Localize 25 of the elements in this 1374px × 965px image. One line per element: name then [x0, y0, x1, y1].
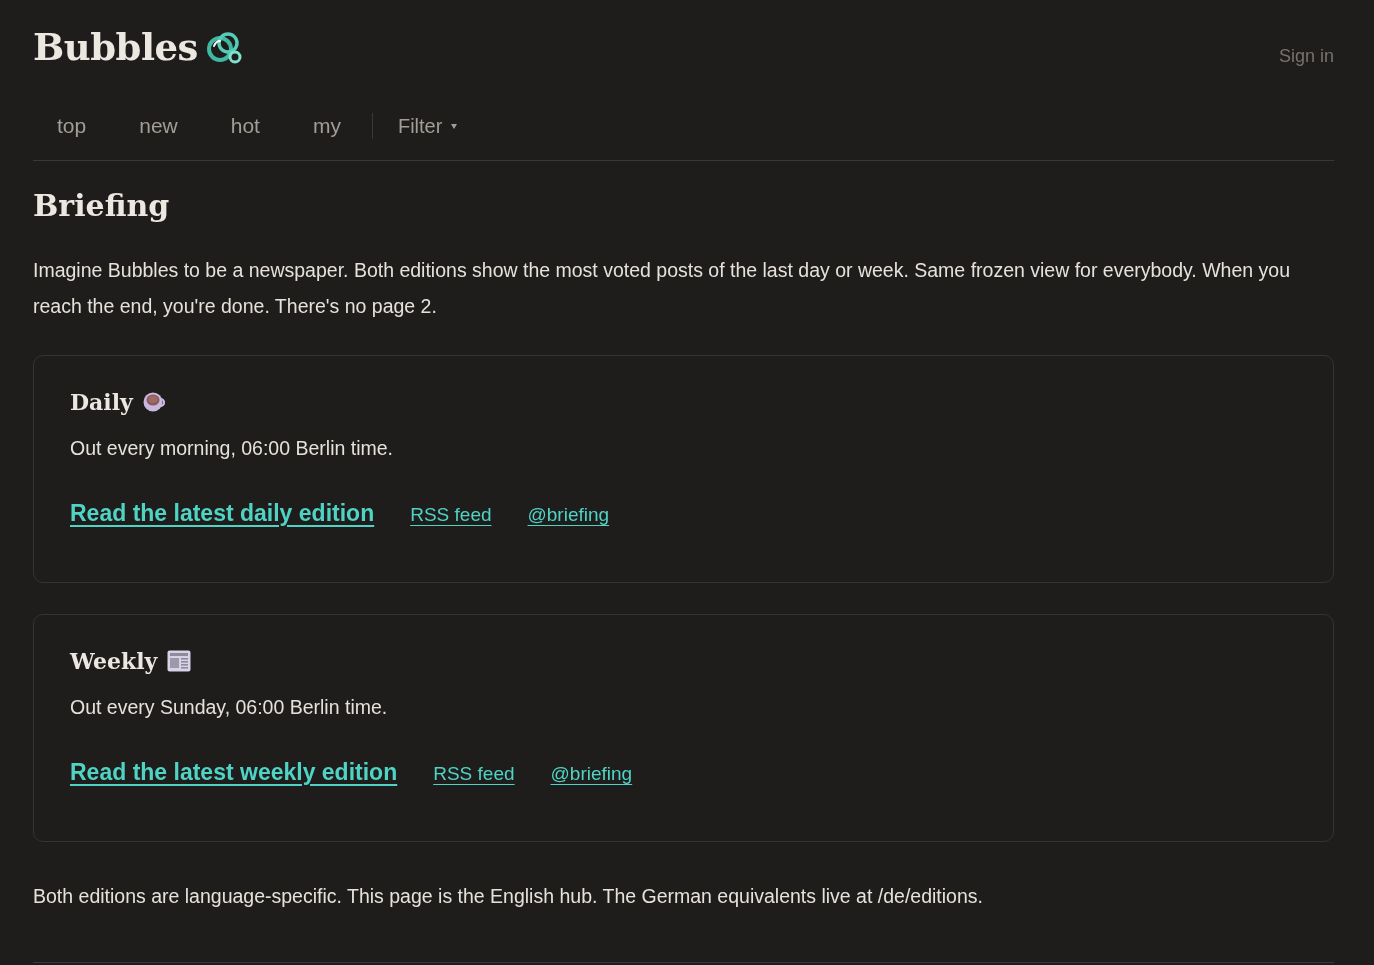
newspaper-icon — [167, 650, 192, 673]
schedule-text: Out every morning, 06:00 Berlin time. — [70, 435, 394, 461]
latest-edition-link[interactable]: Read the latest weekly edition — [70, 754, 398, 790]
intro-text: Imagine Bubbles to be a newspaper. Both editions show the most voted posts of the last day or week. Same frozen view for everybody. When you reach the end, you're done. There's no page 2. — [33, 258, 1291, 319]
caret-icon — [451, 123, 458, 129]
filter-dropdown[interactable]: Filter — [397, 111, 458, 141]
nav-tab[interactable]: new — [139, 110, 178, 142]
bubbles-icon — [205, 30, 242, 65]
latest-edition-link[interactable]: Read the latest daily edition — [70, 495, 375, 531]
nav-tab[interactable]: hot — [230, 110, 260, 142]
sign-in-link[interactable]: Sign in — [1278, 43, 1334, 70]
editions-link[interactable]: /de/editions — [877, 885, 978, 907]
edition-title: Daily — [70, 388, 133, 417]
social-account-link[interactable]: @briefing — [527, 500, 610, 530]
site-logo[interactable]: Bubbles — [33, 29, 198, 66]
coffee-cup-icon — [142, 391, 165, 414]
page-title: Briefing — [33, 188, 171, 224]
nav-tab[interactable]: my — [312, 110, 341, 142]
edition-title: Weekly — [70, 647, 158, 676]
nav-tab[interactable]: top — [57, 110, 87, 142]
rss-feed-link[interactable]: RSS feed — [433, 759, 515, 789]
rss-feed-link[interactable]: RSS feed — [410, 500, 492, 530]
social-account-link[interactable]: @briefing — [550, 759, 633, 789]
footer-note: Both editions are language-specific. This page is the English hub. The German equivalents live at /de/editions. — [33, 884, 984, 909]
schedule-text: Out every Sunday, 06:00 Berlin time. — [70, 694, 389, 720]
